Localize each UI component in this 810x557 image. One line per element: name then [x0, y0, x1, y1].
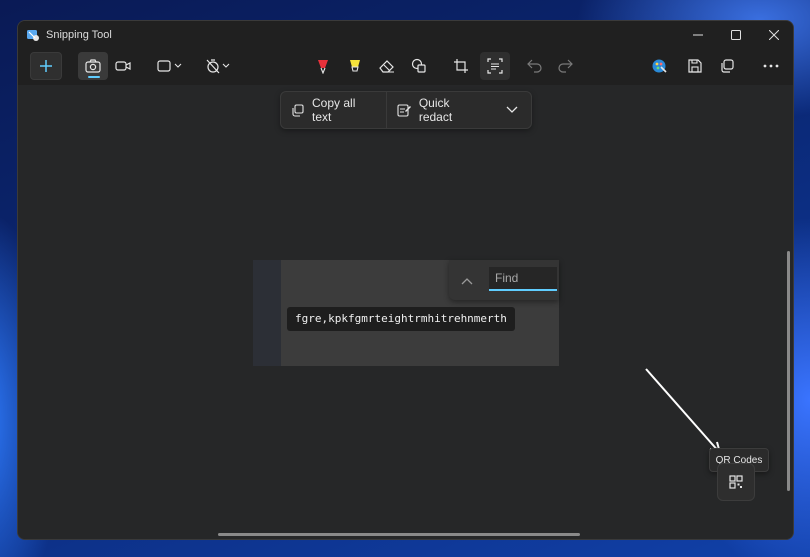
editor-gutter [253, 260, 281, 366]
eraser-icon [379, 60, 394, 73]
copy-button[interactable] [712, 52, 742, 80]
paint-icon [652, 59, 667, 73]
copy-icon [291, 103, 304, 117]
window-controls [679, 21, 793, 49]
horizontal-scrollbar[interactable] [218, 533, 580, 536]
delay-timer-dropdown[interactable] [200, 52, 236, 80]
ballpoint-pen-icon [318, 60, 328, 74]
find-input[interactable] [489, 267, 557, 291]
redo-button[interactable] [550, 52, 580, 80]
title-bar: Snipping Tool [18, 21, 793, 49]
close-button[interactable] [755, 21, 793, 49]
chevron-down-icon [507, 106, 518, 113]
copy-icon [721, 59, 734, 73]
rectangle-snip-icon [157, 60, 182, 72]
camera-icon [85, 59, 101, 73]
minimize-icon [693, 34, 703, 36]
eraser-button[interactable] [372, 52, 402, 80]
save-icon [688, 59, 702, 73]
copy-all-text-label: Copy all text [312, 96, 356, 124]
window-title: Snipping Tool [46, 29, 112, 41]
video-mode-button[interactable] [108, 52, 138, 80]
redo-icon [558, 59, 573, 73]
maximize-icon [731, 30, 741, 40]
undo-button[interactable] [520, 52, 550, 80]
qr-codes-button[interactable] [717, 463, 755, 501]
edit-in-paint-button[interactable] [644, 52, 674, 80]
maximize-button[interactable] [717, 21, 755, 49]
close-icon [769, 30, 779, 40]
more-options-button[interactable] [756, 52, 786, 80]
find-widget [449, 260, 559, 300]
detected-text-selection[interactable]: fgre,kpkfgmrteightrmhitrehnmerth [287, 307, 515, 331]
plus-icon [40, 60, 52, 72]
captured-screenshot: fgre,kpkfgmrteightrmhitrehnmerth [253, 260, 559, 366]
snipping-tool-app-icon [26, 28, 40, 42]
quick-redact-label: Quick redact [418, 96, 453, 124]
redact-options-dropdown[interactable] [494, 92, 531, 128]
snip-shape-dropdown[interactable] [152, 52, 188, 80]
text-actions-icon [487, 58, 503, 74]
screenshot-mode-button[interactable] [78, 52, 108, 80]
qr-code-icon [729, 475, 743, 489]
vertical-scrollbar[interactable] [787, 251, 790, 491]
minimize-button[interactable] [679, 21, 717, 49]
text-actions-button[interactable] [480, 52, 510, 80]
redact-icon [397, 103, 411, 117]
highlighter-button[interactable] [340, 52, 370, 80]
timer-off-icon [206, 59, 230, 74]
save-button[interactable] [680, 52, 710, 80]
crop-button[interactable] [446, 52, 476, 80]
toolbar [18, 49, 793, 85]
undo-icon [527, 59, 542, 73]
crop-icon [454, 59, 468, 73]
ballpoint-pen-button[interactable] [308, 52, 338, 80]
copy-all-text-button[interactable]: Copy all text [281, 92, 386, 128]
new-snip-button[interactable] [30, 52, 62, 80]
more-icon [763, 64, 779, 68]
canvas-area: Copy all text Quick redact Find fgre,kpk… [18, 85, 793, 539]
text-actions-bar: Copy all text Quick redact [280, 91, 532, 129]
shapes-button[interactable] [404, 52, 434, 80]
highlighter-icon [350, 60, 360, 72]
quick-redact-button[interactable]: Quick redact [387, 92, 494, 128]
chevron-up-icon[interactable] [461, 272, 473, 290]
video-icon [115, 61, 131, 71]
shapes-icon [411, 58, 426, 73]
